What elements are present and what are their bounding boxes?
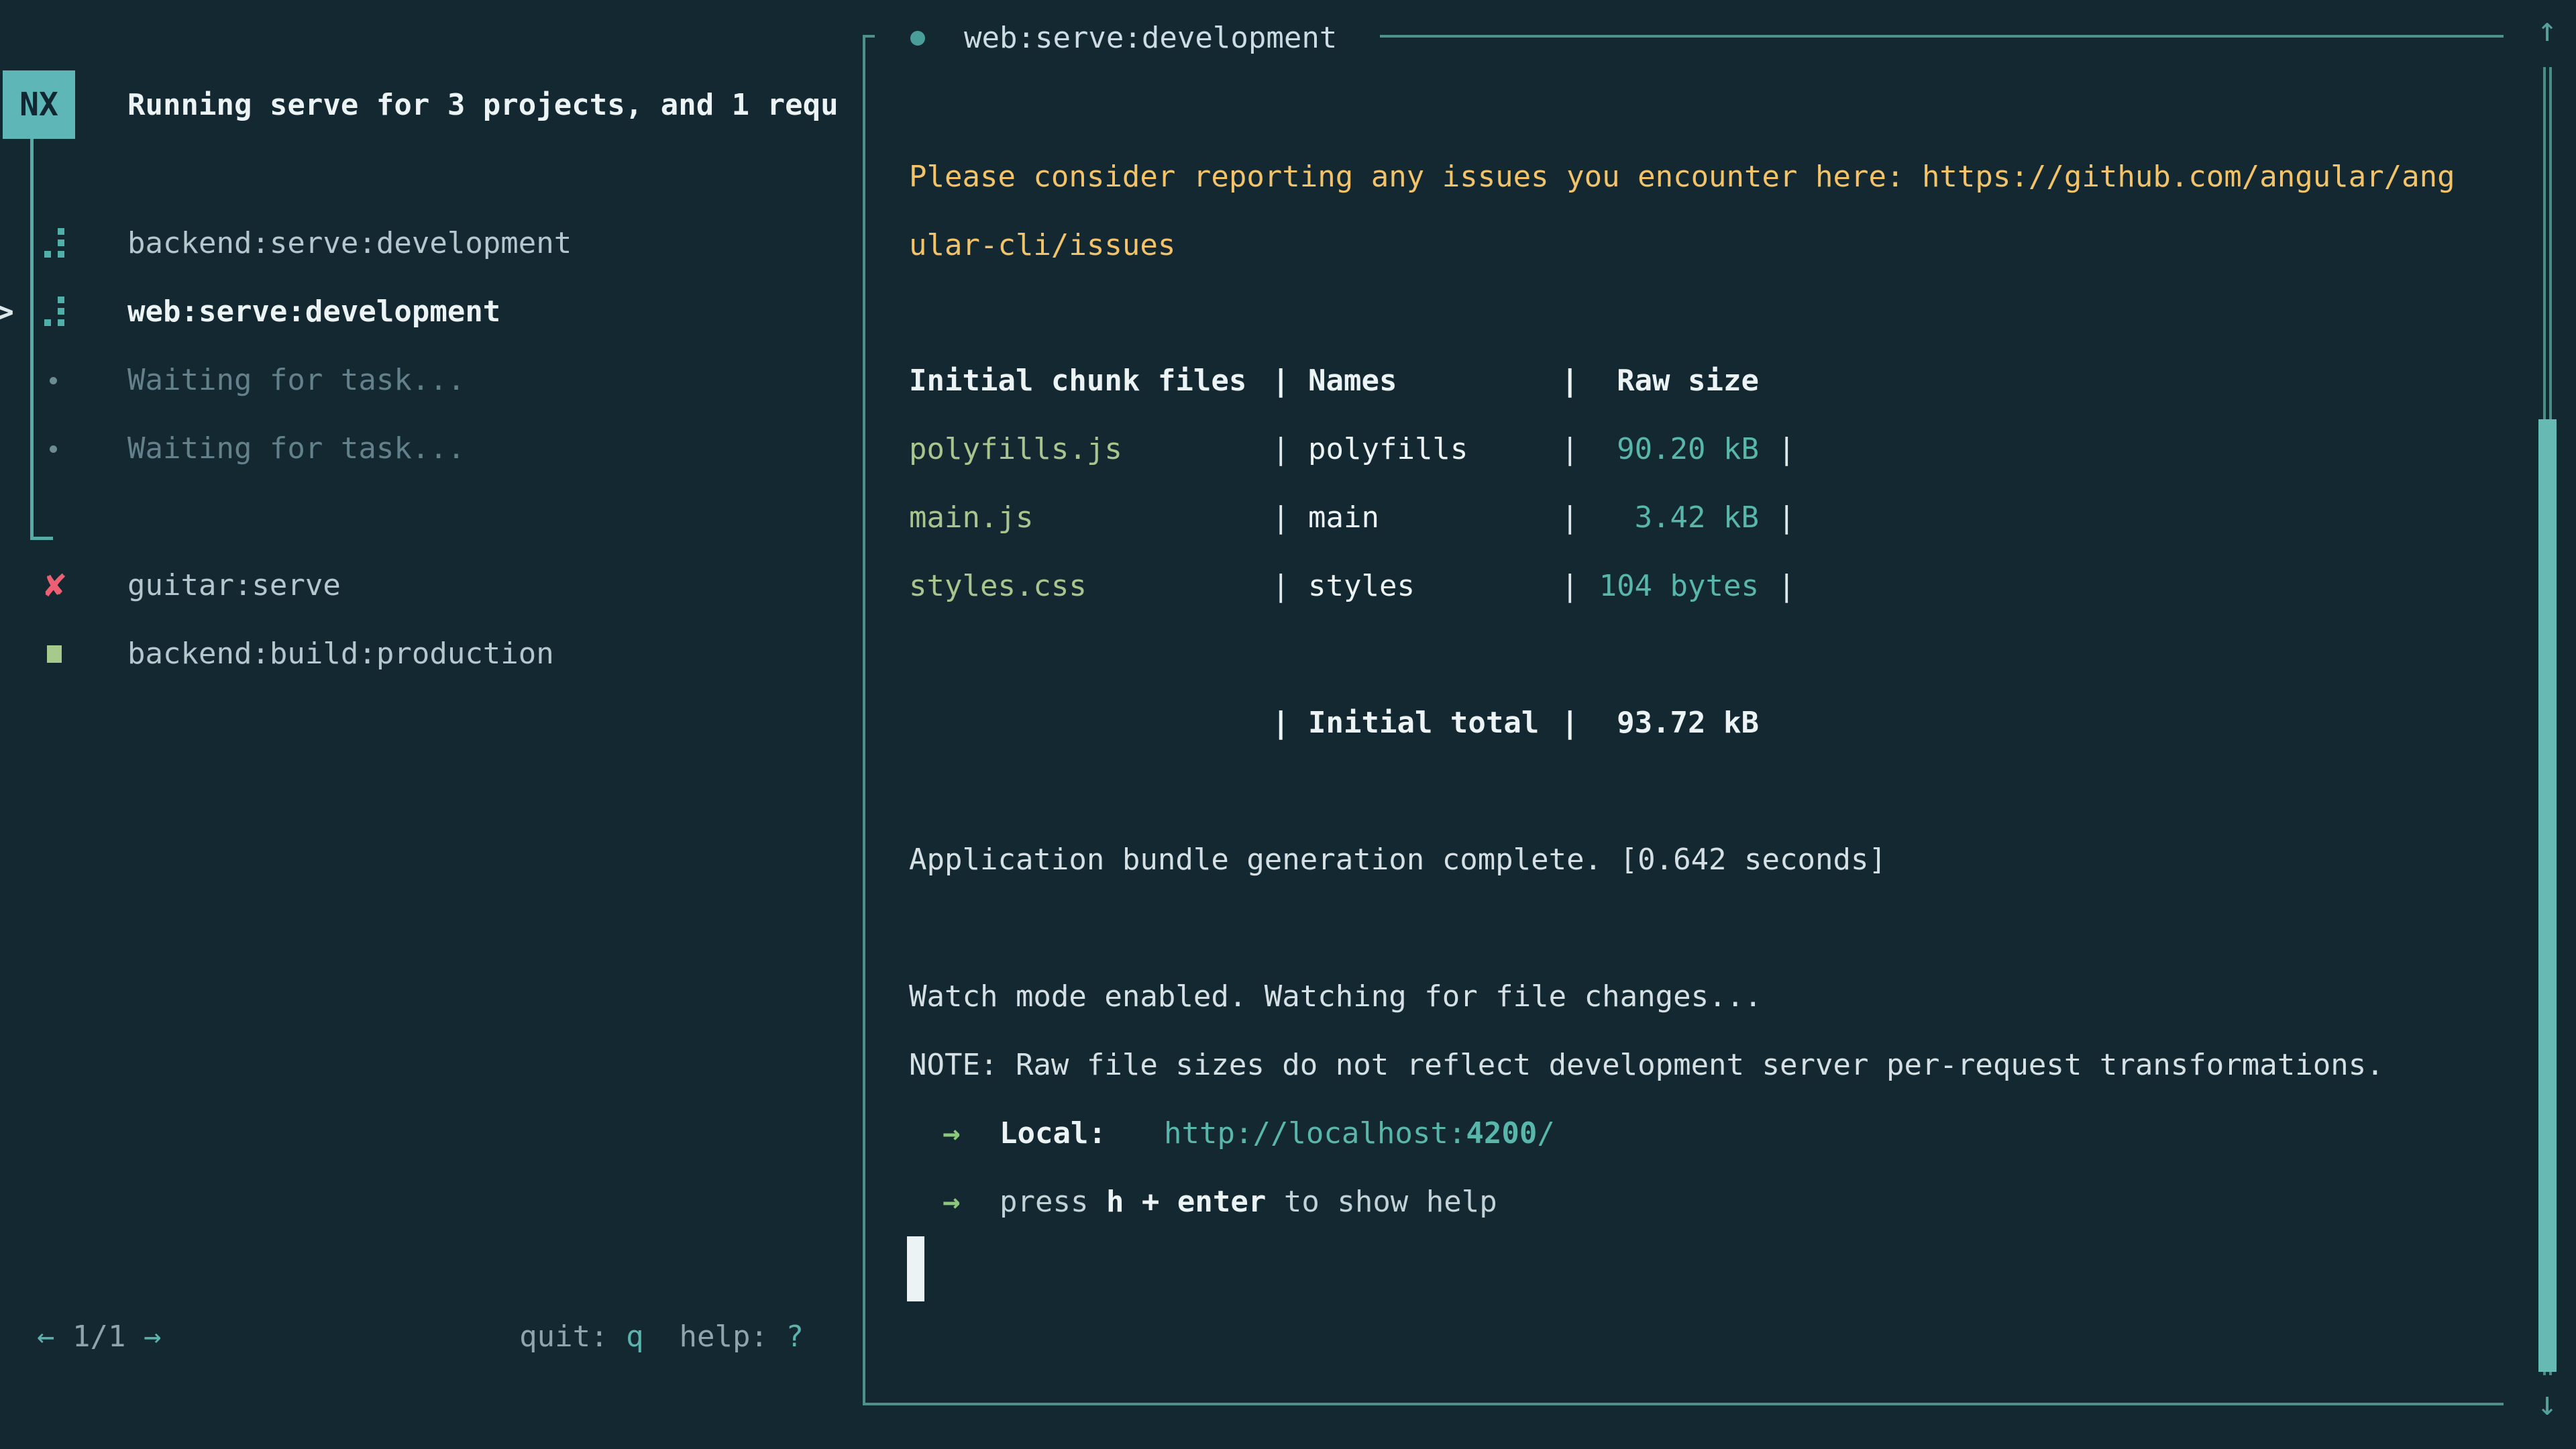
column-separator: |: [1561, 689, 1579, 757]
help-hint-label: help:: [680, 1320, 768, 1354]
panel-border-top-stub: [863, 35, 875, 38]
selected-task-chevron-icon: >: [0, 278, 14, 346]
column-separator: |: [1561, 484, 1579, 552]
chunk-size: 104 bytes: [1583, 552, 1759, 621]
help-prefix: press: [1000, 1185, 1106, 1219]
spinner-icon: [44, 228, 64, 259]
spinner-icon: [44, 297, 64, 327]
help-suffix: to show help: [1266, 1185, 1497, 1219]
keyboard-hints: quit: q help: ?: [496, 1303, 804, 1371]
url-prefix: http://localhost:: [1164, 1116, 1466, 1150]
help-instruction: press h + enter to show help: [1000, 1168, 1497, 1236]
task-item-waiting[interactable]: Waiting for task...: [127, 415, 465, 483]
nx-logo-badge: NX: [3, 70, 75, 139]
column-separator: |: [1272, 347, 1290, 415]
note-line: NOTE: Raw file sizes do not reflect deve…: [909, 1031, 2384, 1099]
row-end-separator: |: [1778, 552, 1796, 621]
page-next-arrow-icon[interactable]: →: [144, 1320, 162, 1354]
panel-title: web:serve:development: [964, 4, 1337, 72]
page-count: 1/1: [72, 1320, 125, 1354]
pagination: ← 1/1 →: [37, 1303, 161, 1371]
total-size: 93.72 kB: [1583, 689, 1759, 757]
column-separator: |: [1272, 689, 1290, 757]
column-separator: |: [1561, 347, 1579, 415]
url-port: 4200: [1466, 1116, 1537, 1150]
scroll-up-arrow-icon[interactable]: ↑: [2527, 9, 2567, 50]
waiting-dot-icon: [50, 377, 57, 384]
chunk-size: 3.42 kB: [1583, 484, 1759, 552]
task-item-web-serve[interactable]: web:serve:development: [127, 278, 500, 346]
issue-notice-line2: ular-cli/issues: [909, 211, 1175, 280]
chunk-size: 90.20 kB: [1583, 415, 1759, 484]
column-separator: |: [1561, 415, 1579, 484]
quit-key: q: [626, 1320, 644, 1354]
scroll-down-arrow-icon[interactable]: ↓: [2527, 1383, 2567, 1424]
task-tree-line: [30, 139, 34, 540]
nx-tui-window: NX Running serve for 3 projects, and 1 r…: [0, 0, 2576, 1449]
column-separator: |: [1272, 552, 1290, 621]
bullet-arrow-icon: →: [943, 1099, 961, 1168]
success-square-icon: [47, 645, 62, 663]
task-tree-corner: [30, 537, 53, 540]
column-separator: |: [1272, 484, 1290, 552]
local-url-link[interactable]: http://localhost:4200/: [1164, 1099, 1555, 1168]
row-end-separator: |: [1778, 484, 1796, 552]
panel-border-left: [863, 35, 865, 1405]
chunk-file-name: main.js: [909, 484, 1033, 552]
local-label: Local:: [1000, 1099, 1106, 1168]
table-header-files: Initial chunk files: [909, 347, 1246, 415]
issue-notice-line1: Please consider reporting any issues you…: [909, 143, 2455, 211]
task-item-backend-serve[interactable]: backend:serve:development: [127, 209, 572, 278]
chunk-file-name: styles.css: [909, 552, 1087, 621]
task-item-backend-build[interactable]: backend:build:production: [127, 620, 554, 688]
page-indicator: [55, 1320, 73, 1354]
watch-mode-line: Watch mode enabled. Watching for file ch…: [909, 963, 1762, 1031]
panel-border-top: [1380, 35, 2504, 38]
row-end-separator: |: [1778, 415, 1796, 484]
help-key: ?: [786, 1320, 804, 1354]
task-status-bullet-icon: [910, 31, 925, 46]
table-header-size: Raw size: [1583, 347, 1759, 415]
help-keys: h + enter: [1106, 1185, 1266, 1219]
chunk-file-name: polyfills.js: [909, 415, 1122, 484]
sidebar-title: Running serve for 3 projects, and 1 requ: [127, 71, 859, 140]
url-suffix: /: [1537, 1116, 1555, 1150]
task-item-guitar-serve[interactable]: guitar:serve: [127, 551, 341, 620]
waiting-dot-icon: [50, 445, 57, 453]
bundle-complete-line: Application bundle generation complete. …: [909, 826, 1886, 894]
failed-x-icon: ✘: [42, 551, 68, 620]
quit-hint-label: quit:: [519, 1320, 608, 1354]
chunk-name: styles: [1308, 552, 1415, 621]
chunk-name: polyfills: [1308, 415, 1468, 484]
scrollbar-thumb[interactable]: [2538, 419, 2557, 1372]
bullet-arrow-icon: →: [943, 1168, 961, 1236]
total-label: Initial total: [1308, 689, 1539, 757]
column-separator: |: [1561, 552, 1579, 621]
page-prev-arrow-icon[interactable]: ←: [37, 1320, 55, 1354]
panel-border-bottom: [863, 1403, 2504, 1405]
terminal-cursor: [907, 1236, 924, 1301]
chunk-name: main: [1308, 484, 1379, 552]
column-separator: |: [1272, 415, 1290, 484]
task-item-waiting[interactable]: Waiting for task...: [127, 346, 465, 415]
table-header-names: Names: [1308, 347, 1397, 415]
